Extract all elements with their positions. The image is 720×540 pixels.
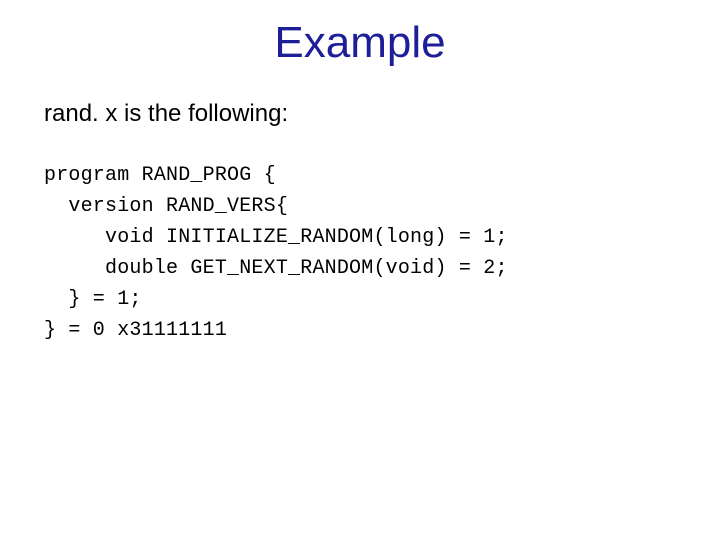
slide-title: Example	[44, 18, 676, 68]
slide: Example rand. x is the following: progra…	[0, 0, 720, 540]
intro-text: rand. x is the following:	[44, 100, 676, 128]
code-block: program RAND_PROG { version RAND_VERS{ v…	[44, 160, 676, 346]
